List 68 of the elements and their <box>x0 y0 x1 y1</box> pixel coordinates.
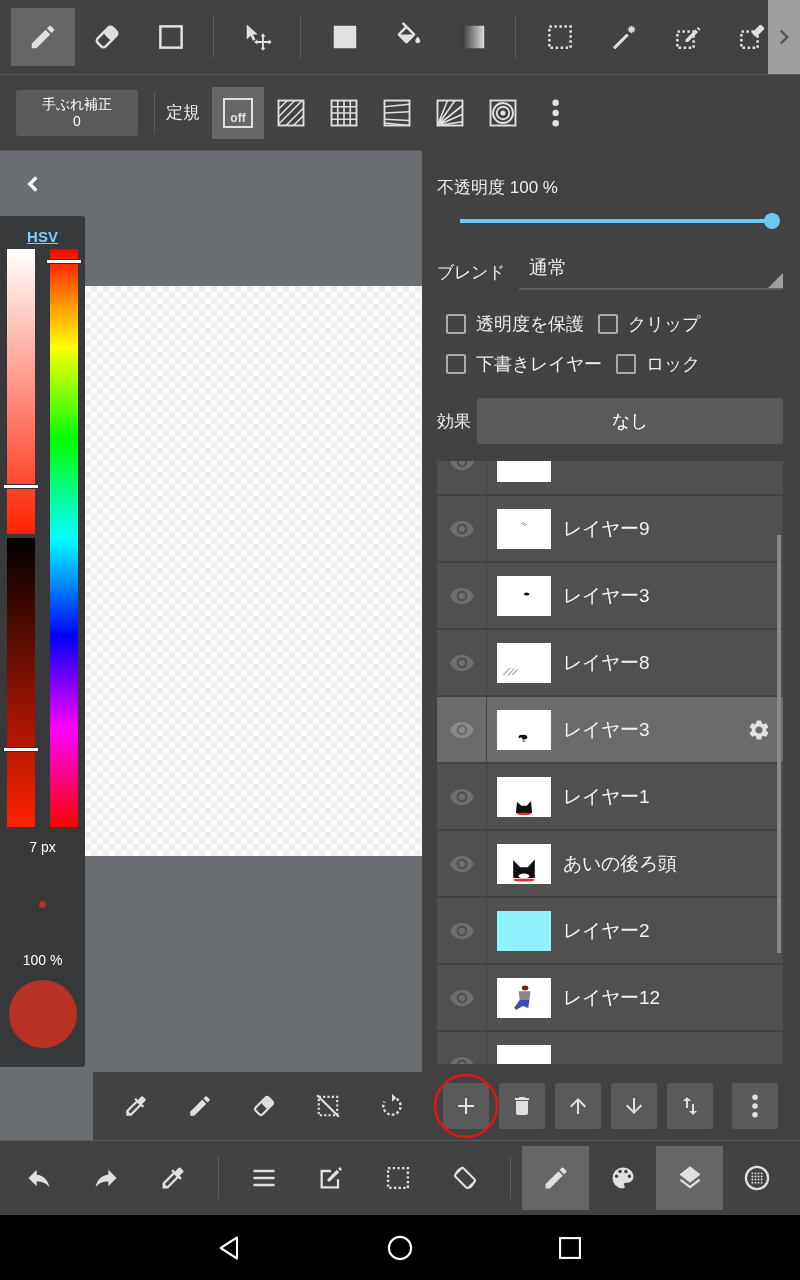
selection-icon <box>545 22 575 52</box>
eraser-icon <box>251 1093 277 1119</box>
layer-settings-button[interactable] <box>747 717 771 742</box>
layer-name: レイヤー8 <box>563 650 650 675</box>
layer-action-button[interactable] <box>732 1083 778 1129</box>
scrollbar[interactable] <box>777 535 781 953</box>
layer-name: レイヤー3 <box>563 717 650 742</box>
layer-action-button[interactable] <box>611 1083 657 1129</box>
ruler-label: 定規 <box>166 102 200 124</box>
perspective-ruler-icon <box>382 97 412 128</box>
checkbox[interactable] <box>616 354 636 374</box>
layer-row[interactable]: レイヤー3 <box>437 563 783 628</box>
dot-circle-icon <box>742 1164 771 1192</box>
checkbox-option[interactable]: クリップ <box>598 312 700 336</box>
slider-thumb[interactable] <box>764 213 780 229</box>
toolbar-button[interactable] <box>656 1146 723 1210</box>
effect-label: 効果 <box>437 410 471 433</box>
layer-row[interactable]: レイヤー1 <box>437 764 783 829</box>
home-icon <box>386 1233 414 1262</box>
checkbox-option[interactable]: ロック <box>616 352 700 376</box>
layer-name: レイヤー12 <box>563 985 661 1010</box>
layer-name: レイヤー9 <box>563 516 650 541</box>
color-mode-link[interactable]: HSV <box>27 228 58 245</box>
effect-button[interactable]: なし <box>477 398 783 444</box>
checkbox[interactable] <box>446 354 466 374</box>
layer-name: レイヤー1 <box>563 784 650 809</box>
layer-action-button[interactable] <box>667 1083 713 1129</box>
checkbox-option[interactable]: 下書きレイヤー <box>446 352 602 376</box>
ruler-off-button[interactable]: off <box>212 86 264 139</box>
layer-row[interactable]: レイヤー9 <box>437 496 783 561</box>
checkbox[interactable] <box>446 314 466 334</box>
opacity-label: 不透明度 100 % <box>437 177 559 199</box>
parallel-ruler-icon <box>276 97 306 128</box>
brush-size-label: 7 px <box>29 839 56 855</box>
layer-name: レイヤー3 <box>563 583 650 608</box>
radial-ruler-icon <box>435 97 465 128</box>
layer-action-button[interactable] <box>555 1083 601 1129</box>
layer-row[interactable]: レイヤー12 <box>437 965 783 1030</box>
blend-dropdown[interactable]: 通常 <box>519 255 783 290</box>
selection-eraser-icon <box>737 22 767 52</box>
pencil-icon <box>187 1093 213 1119</box>
layer-name: レイヤー2 <box>563 918 650 943</box>
layer-action-button[interactable] <box>443 1083 489 1129</box>
layer-name: あいの後ろ頭 <box>563 851 677 876</box>
deselect-icon <box>315 1093 341 1119</box>
more-icon <box>551 98 561 127</box>
toolbar-button[interactable] <box>522 1146 589 1210</box>
layer-row[interactable]: レイヤー2 <box>437 898 783 963</box>
more-icon <box>751 1094 759 1118</box>
layer-row[interactable]: あいの後ろ頭 <box>437 831 783 896</box>
checkbox[interactable] <box>598 314 618 334</box>
slider-thumb[interactable] <box>46 258 82 264</box>
concentric-ruler-icon <box>488 97 518 128</box>
rotate-icon <box>379 1093 405 1119</box>
settings-icon <box>747 717 771 742</box>
layer-action-button[interactable] <box>499 1083 545 1129</box>
layer-row[interactable]: レイヤー3 <box>437 697 783 762</box>
grid-ruler-icon <box>329 97 359 128</box>
slider-thumb[interactable] <box>3 483 39 489</box>
tool-button[interactable] <box>11 8 75 66</box>
brush-opacity-label: 100 % <box>22 952 63 968</box>
slider-thumb[interactable] <box>3 746 39 752</box>
stabilizer-button[interactable]: 手ぶれ補正 0 <box>16 89 138 136</box>
eyedropper-icon <box>123 1093 149 1119</box>
blend-label: ブレンド <box>437 262 505 284</box>
layer-row[interactable]: レイヤー8 <box>437 630 783 695</box>
square-icon <box>156 22 186 52</box>
checkbox-option[interactable]: 透明度を保護 <box>446 312 584 336</box>
